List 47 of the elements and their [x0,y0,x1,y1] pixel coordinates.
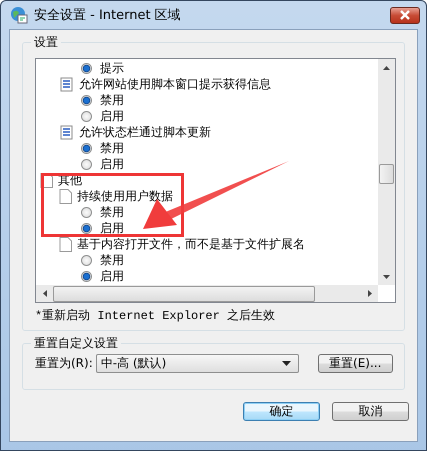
radio-button[interactable] [81,142,92,154]
radio-button[interactable] [81,206,92,218]
scroll-thumb[interactable] [379,164,394,184]
option-label[interactable]: 禁用 [100,204,124,220]
scroll-down-icon[interactable] [383,274,390,278]
option-label[interactable]: 提示 [100,60,124,76]
cancel-button[interactable]: 取消 [332,402,409,421]
reset-button[interactable]: 重置(E)... [318,354,393,373]
scroll-thumb[interactable] [53,286,315,302]
radio-button[interactable] [81,270,92,282]
option-label[interactable]: 禁用 [100,140,124,156]
radio-button[interactable] [81,94,92,106]
scroll-up-icon[interactable] [383,66,390,70]
option-label[interactable]: 启用 [100,220,124,236]
dropdown-icon [282,361,291,366]
scroll-left-icon[interactable] [42,290,46,297]
vertical-scrollbar[interactable] [378,59,395,285]
option-label[interactable]: 启用 [100,108,124,124]
ok-button[interactable]: 确定 [243,402,320,421]
option-label[interactable]: 禁用 [100,252,124,268]
group-title: 设置 [33,34,59,51]
level-dropdown[interactable]: 中-高 (默认) [96,354,299,373]
radio-button[interactable] [81,62,92,74]
page-icon [59,188,72,204]
option-label[interactable]: 禁用 [100,92,124,108]
close-button[interactable] [390,6,420,24]
group-title: 重置自定义设置 [33,335,119,352]
restart-note: *重新启动 Internet Explorer 之后生效 [35,308,276,325]
radio-button[interactable] [81,158,92,170]
horizontal-scrollbar[interactable] [36,285,378,302]
radio-button[interactable] [81,222,92,234]
radio-button[interactable] [81,254,92,266]
option-label[interactable]: 启用 [100,268,124,284]
script-icon [59,124,74,140]
page-icon [59,236,72,252]
radio-button[interactable] [81,110,92,122]
script-icon [59,76,74,92]
setting-label: 允许状态栏通过脚本更新 [79,124,211,140]
setting-label: 允许网站使用脚本窗口提示获得信息 [79,76,271,92]
reset-label: 重置为(R): [35,355,93,372]
setting-label: 持续使用用户数据 [77,188,173,204]
window-title: 安全设置 - Internet 区域 [34,7,182,24]
option-label[interactable]: 启用 [100,156,124,172]
close-icon [399,10,411,20]
setting-label: 基于内容打开文件，而不是基于文件扩展名 [77,236,305,252]
scroll-right-icon[interactable] [368,290,372,297]
globe-icon [10,6,28,24]
